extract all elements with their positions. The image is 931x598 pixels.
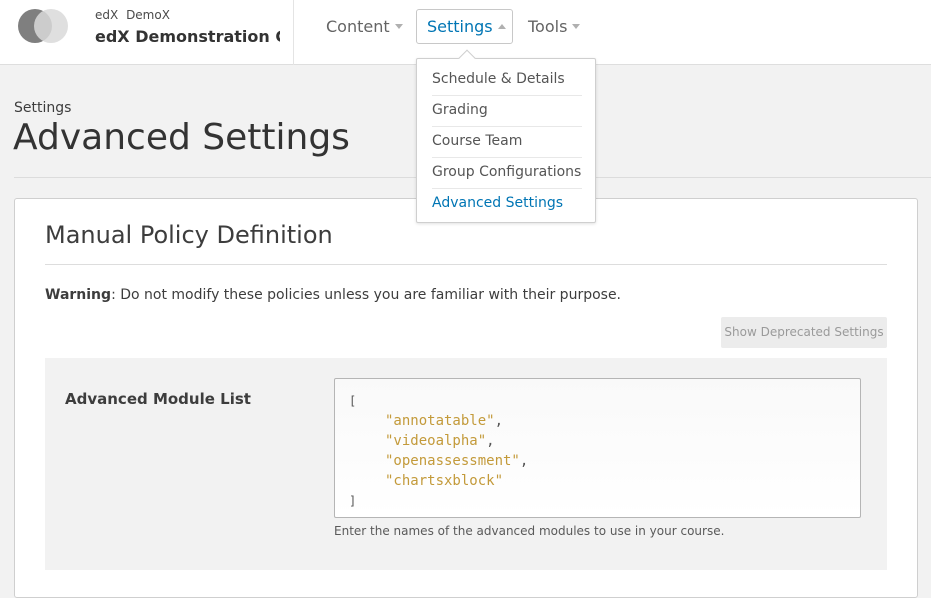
module-string: "annotatable" <box>385 413 495 429</box>
logo-circle-light <box>34 9 68 43</box>
course-org-number: edX DemoX <box>95 8 174 22</box>
code-line: ] <box>349 491 860 511</box>
settings-dropdown: Schedule & Details Grading Course Team G… <box>416 49 596 223</box>
page-subtitle: Settings <box>14 100 72 116</box>
chevron-down-icon <box>394 24 403 29</box>
code-line: "openassessment", <box>349 451 860 471</box>
course-logo[interactable] <box>18 9 70 43</box>
module-string: "chartsxblock" <box>385 473 504 489</box>
close-bracket: ] <box>349 494 357 508</box>
module-string: "openassessment" <box>385 453 520 469</box>
warning-message: Warning: Do not modify these policies un… <box>45 287 621 303</box>
nav-tools-menu[interactable]: Tools <box>518 9 590 44</box>
separator: , <box>494 413 504 429</box>
field-label: Advanced Module List <box>65 390 251 408</box>
advanced-module-list-field: Advanced Module List [ "annotatable", "v… <box>45 358 887 570</box>
settings-dropdown-list: Schedule & Details Grading Course Team G… <box>432 65 582 220</box>
header-divider <box>293 0 294 65</box>
nav-settings-label: Settings <box>427 17 493 36</box>
course-number: DemoX <box>126 8 170 22</box>
nav-tools-label: Tools <box>528 17 568 36</box>
warning-label: Warning <box>45 287 112 303</box>
nav-settings-menu[interactable]: Settings <box>416 9 513 44</box>
chevron-down-icon <box>572 24 581 29</box>
open-bracket: [ <box>349 394 357 408</box>
warning-text: : Do not modify these policies unless yo… <box>111 287 622 303</box>
nav-content-label: Content <box>326 17 390 36</box>
menu-item-schedule-details[interactable]: Schedule & Details <box>432 65 582 96</box>
code-line: "chartsxblock" <box>349 471 860 491</box>
policy-card: Manual Policy Definition Warning: Do not… <box>14 198 918 598</box>
menu-item-course-team[interactable]: Course Team <box>432 127 582 158</box>
advanced-module-list-editor[interactable]: [ "annotatable", "videoalpha", "openasse… <box>334 378 861 518</box>
separator: , <box>486 433 495 449</box>
separator: , <box>519 453 529 469</box>
menu-item-group-configurations[interactable]: Group Configurations <box>432 158 582 189</box>
page-title: Advanced Settings <box>13 117 350 158</box>
menu-item-grading[interactable]: Grading <box>432 96 582 127</box>
code-line: "videoalpha", <box>349 431 860 451</box>
code-line: [ <box>349 391 860 411</box>
course-title[interactable]: edX Demonstration C... <box>95 27 280 46</box>
field-help-text: Enter the names of the advanced modules … <box>334 524 725 538</box>
nav-content-menu[interactable]: Content <box>316 9 413 44</box>
course-org: edX <box>95 8 119 22</box>
code-line: "annotatable", <box>349 411 860 431</box>
menu-item-advanced-settings[interactable]: Advanced Settings <box>432 189 582 220</box>
show-deprecated-settings-button[interactable]: Show Deprecated Settings <box>721 317 887 348</box>
module-string: "videoalpha" <box>385 433 487 449</box>
chevron-up-icon <box>497 24 506 29</box>
section-title: Manual Policy Definition <box>45 221 333 249</box>
section-divider <box>45 264 887 265</box>
